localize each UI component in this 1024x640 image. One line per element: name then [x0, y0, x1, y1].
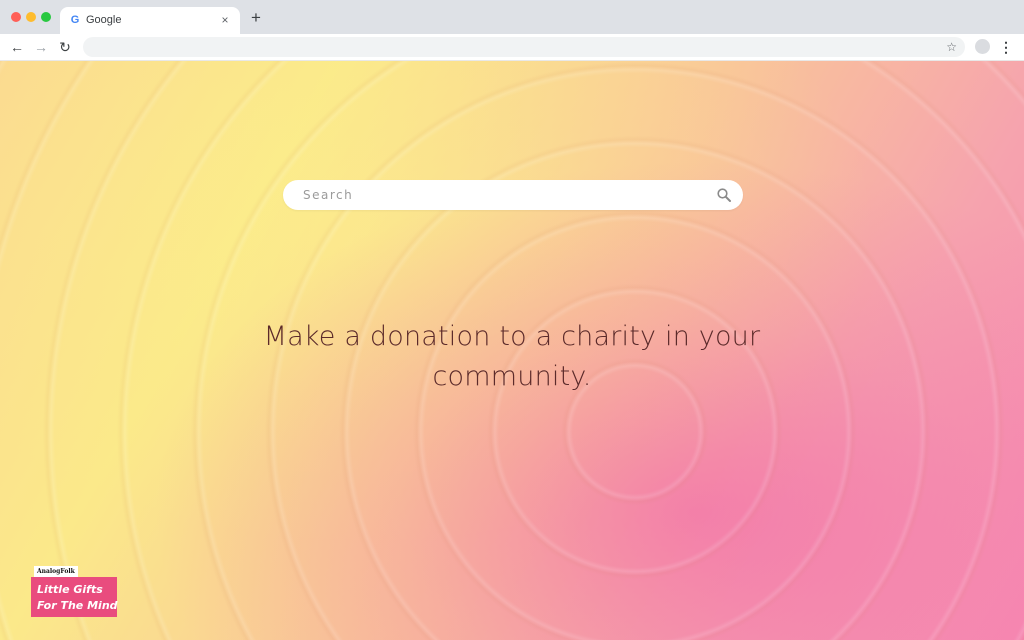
- daily-prompt-text: Make a donation to a charity in your com…: [263, 321, 761, 392]
- reload-icon[interactable]: ↻: [56, 38, 74, 56]
- google-favicon-icon: G: [70, 14, 80, 26]
- tab-close-icon[interactable]: ×: [218, 13, 232, 27]
- search-box[interactable]: [283, 180, 743, 210]
- browser-tab[interactable]: G Google ×: [60, 7, 240, 34]
- new-tab-button[interactable]: +: [248, 9, 264, 26]
- bookmark-star-icon[interactable]: ☆: [946, 38, 957, 56]
- close-window-button[interactable]: [11, 12, 21, 22]
- profile-avatar[interactable]: [975, 39, 990, 54]
- tab-title: Google: [86, 14, 122, 26]
- minimize-window-button[interactable]: [26, 12, 36, 22]
- search-input[interactable]: [303, 186, 703, 204]
- brand-line-2: For The Mind: [37, 599, 118, 612]
- kebab-menu-icon[interactable]: ⋮: [998, 38, 1014, 56]
- brand-logo[interactable]: AnalogFolk Little Gifts For The Mind: [31, 566, 119, 618]
- search-icon[interactable]: [716, 187, 732, 203]
- browser-tab-strip: G Google × +: [0, 0, 1024, 34]
- browser-toolbar: ← → ↻ ☆ ⋮: [0, 34, 1024, 61]
- brand-box: Little Gifts For The Mind: [31, 577, 118, 617]
- address-bar[interactable]: ☆: [83, 37, 965, 57]
- new-tab-page: Make a donation to a charity in your com…: [0, 61, 1024, 640]
- back-arrow-icon[interactable]: ←: [8, 38, 26, 56]
- brand-line-1: Little Gifts: [37, 583, 103, 596]
- maximize-window-button[interactable]: [41, 12, 51, 22]
- forward-arrow-icon[interactable]: →: [32, 38, 50, 56]
